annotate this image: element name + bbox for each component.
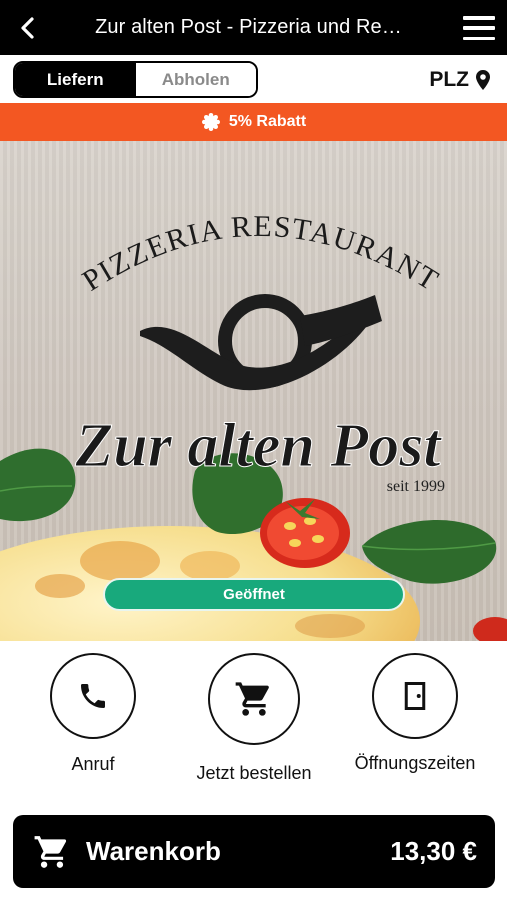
back-button[interactable] (14, 14, 42, 42)
basil-leaf (0, 448, 76, 522)
discount-label: 5% Rabatt (228, 113, 307, 130)
door-icon (404, 682, 426, 710)
chevron-left-icon (21, 17, 34, 39)
order-mode-bar: Liefern Abholen PLZ (0, 55, 507, 103)
tab-liefern[interactable]: Liefern (15, 63, 136, 96)
order-now-label: Jetzt bestellen (196, 763, 312, 783)
action-buttons: Anruf Jetzt bestellen Öffnungszeiten (0, 641, 507, 811)
cart-icon (34, 836, 67, 868)
order-now-circle (208, 653, 300, 745)
order-now-button[interactable]: Jetzt bestellen (196, 653, 312, 784)
tab-abholen[interactable]: Abholen (135, 63, 256, 96)
map-pin-icon (476, 69, 490, 90)
opening-hours-button[interactable]: Öffnungszeiten (355, 653, 475, 774)
opening-hours-label: Öffnungszeiten (354, 753, 476, 773)
logo-since: seit 1999 (387, 478, 445, 495)
status-badge: Geöffnet (103, 578, 405, 611)
call-label: Anruf (71, 754, 115, 774)
phone-icon (81, 684, 105, 708)
discount-banner: 5% Rabatt (0, 103, 507, 141)
call-button-circle (50, 653, 136, 739)
badge-icon (201, 113, 220, 131)
opening-hours-circle (372, 653, 458, 739)
logo-arc-text: PIZZERIA RESTAURANT (77, 210, 445, 298)
logo-name: Zur alten Post (74, 412, 442, 480)
app-header: Zur alten Post - Pizzeria und Re… (0, 0, 507, 55)
hero-illustration: PIZZERIA RESTAURANT Zur alten Post seit … (0, 210, 507, 641)
cart-label: Warenkorb (86, 836, 221, 866)
postcode-label: PLZ (429, 67, 469, 91)
hamburger-menu-icon (463, 16, 495, 20)
cart-bar[interactable]: Warenkorb 13,30 € (13, 815, 495, 888)
post-horn-logo (140, 294, 382, 391)
menu-button[interactable] (461, 12, 497, 44)
cart-icon (235, 682, 269, 716)
call-button[interactable]: Anruf (50, 653, 136, 775)
order-mode-toggle: Liefern Abholen (13, 61, 258, 98)
postcode-button[interactable]: PLZ (429, 61, 491, 98)
page-title: Zur alten Post - Pizzeria und Re… (95, 16, 402, 38)
cart-total: 13,30 € (390, 836, 477, 866)
restaurant-hero-image: PIZZERIA RESTAURANT Zur alten Post seit … (0, 141, 507, 641)
